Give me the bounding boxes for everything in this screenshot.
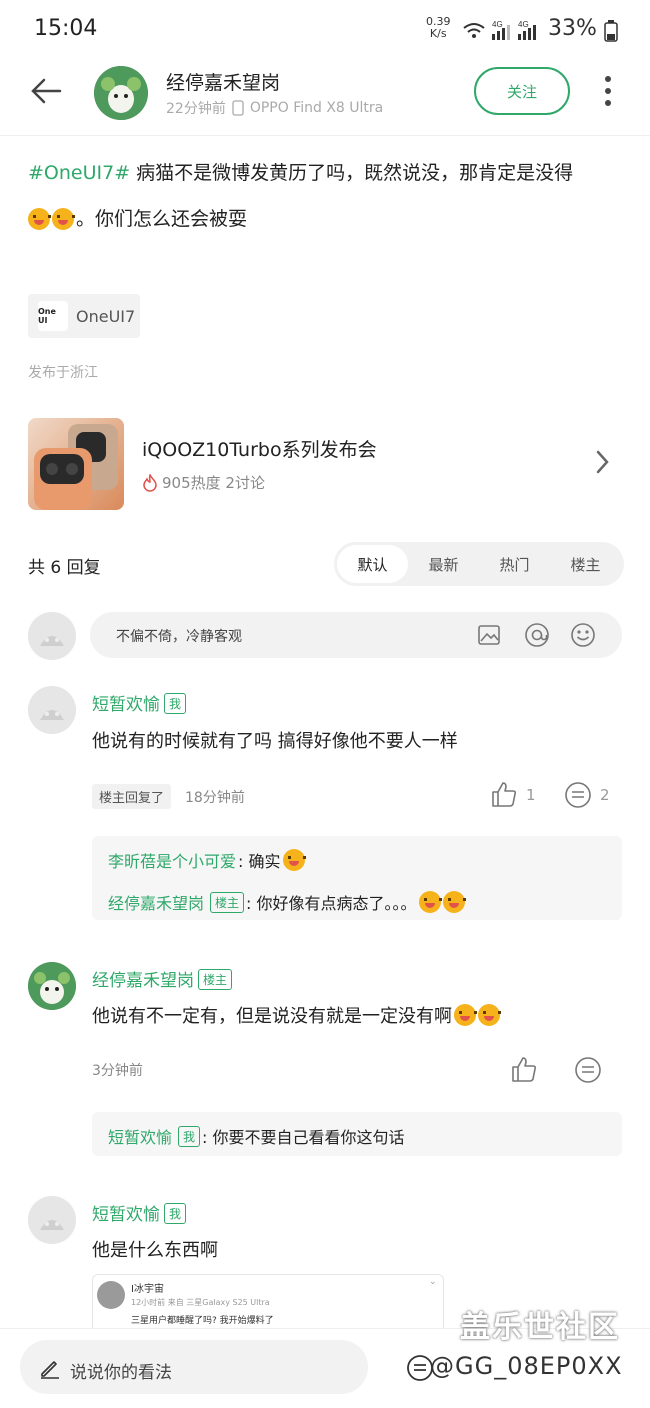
svg-text:4G: 4G bbox=[518, 20, 529, 29]
shot-meta: 12小时前 来自 三星Galaxy S25 Ultra bbox=[131, 1298, 270, 1307]
reply-icon[interactable] bbox=[564, 781, 592, 809]
sub-replies[interactable]: 李昕蓓是个小可爱 : 确实 经停嘉禾望岗 楼主 : 你好像有点病态了。。。 bbox=[92, 836, 622, 920]
mention-icon[interactable] bbox=[524, 622, 550, 648]
comment-text: 他是什么东西啊 bbox=[92, 1240, 218, 1261]
network-speed: 0.39 K/s bbox=[426, 15, 451, 40]
battery-icon bbox=[604, 20, 618, 42]
tongue-emoji-icon bbox=[418, 891, 442, 913]
op-badge: 楼主 bbox=[198, 969, 233, 990]
comment-header: 短暂欢愉我 bbox=[92, 1200, 187, 1225]
shot-name: I冰宇宙 bbox=[131, 1284, 164, 1295]
event-meta: 905热度 2讨论 bbox=[142, 472, 265, 493]
commenter-avatar[interactable] bbox=[28, 1196, 76, 1244]
oneui-logo: One UI bbox=[38, 301, 68, 331]
author-avatar[interactable] bbox=[94, 66, 148, 120]
thumbs-up-icon[interactable] bbox=[510, 1055, 538, 1083]
tab-op[interactable]: 楼主 bbox=[550, 545, 621, 583]
comment-text: 他说有的时候就有了吗 搞得好像他不要人一样 bbox=[92, 731, 458, 752]
user-id-watermark: @GG_08EP0XX bbox=[430, 1352, 623, 1380]
fire-icon bbox=[143, 473, 157, 492]
hashtag-link[interactable]: #OneUI7# bbox=[28, 162, 130, 184]
tab-latest[interactable]: 最新 bbox=[408, 545, 479, 583]
more-options-icon[interactable] bbox=[600, 74, 616, 108]
commenter-avatar[interactable] bbox=[28, 962, 76, 1010]
self-badge: 我 bbox=[164, 693, 187, 714]
reply-icon[interactable] bbox=[574, 1056, 602, 1084]
watermark: 盖乐世社区 bbox=[460, 1310, 620, 1345]
battery-percent: 33% bbox=[548, 16, 597, 41]
sub-replies[interactable]: 短暂欢愉 我 : 你要不要自己看看你这句话 bbox=[92, 1112, 622, 1156]
commenter-name[interactable]: 短暂欢愉 bbox=[92, 1205, 160, 1225]
cool-emoji-icon bbox=[282, 849, 306, 871]
op-replied-chip: 楼主回复了 bbox=[92, 784, 172, 809]
tongue-emoji-icon bbox=[442, 891, 466, 913]
author-name[interactable]: 经停嘉禾望岗 bbox=[166, 68, 280, 95]
post-meta: 22分钟前 OPPO Find X8 Ultra bbox=[166, 98, 383, 118]
image-icon[interactable] bbox=[478, 624, 500, 646]
event-title[interactable]: iQOOZ10Turbo系列发布会 bbox=[142, 435, 377, 462]
tab-default[interactable]: 默认 bbox=[337, 545, 408, 583]
post-body-line2: 。你们怎么还会被耍 bbox=[28, 204, 247, 234]
tongue-emoji-icon bbox=[478, 1004, 501, 1026]
sub-reply-1: 李昕蓓是个小可爱 : 确实 bbox=[108, 848, 306, 872]
thumbs-up-icon[interactable] bbox=[490, 780, 518, 808]
comment-header: 经停嘉禾望岗 楼主 bbox=[92, 966, 233, 991]
op-badge: 楼主 bbox=[210, 891, 245, 913]
event-thumbnail[interactable] bbox=[28, 418, 124, 510]
topic-chip[interactable]: One UI OneUI7 bbox=[28, 294, 140, 338]
shot-text: 三星用户都睡醒了吗? 我开始爆料了 bbox=[131, 1316, 274, 1326]
self-badge: 我 bbox=[164, 1203, 187, 1224]
event-heat: 905热度 2讨论 bbox=[162, 474, 265, 492]
like-count: 1 bbox=[526, 786, 536, 804]
comment-input-placeholder: 不偏不倚，冷静客观 bbox=[116, 629, 242, 645]
comment-time: 18分钟前 bbox=[185, 789, 245, 806]
phone-icon bbox=[232, 100, 244, 116]
reply-count: 共 6 回复 bbox=[28, 558, 101, 578]
shot-chevron-icon: ⌄ bbox=[429, 1277, 437, 1287]
comment-meta: 楼主回复了 18分钟前 bbox=[92, 784, 245, 809]
comment-text: 他说有不一定有，但是说没有就是一定没有啊 bbox=[92, 1002, 501, 1028]
signal-icons: 4G 4G bbox=[463, 20, 536, 40]
attached-screenshot[interactable]: I冰宇宙 12小时前 来自 三星Galaxy S25 Ultra 三星用户都睡醒… bbox=[92, 1274, 444, 1334]
comment-time: 3分钟前 bbox=[92, 1063, 143, 1079]
reply-count-c1: 2 bbox=[600, 786, 610, 804]
bottom-input-placeholder: 说说你的看法 bbox=[70, 1363, 172, 1383]
tongue-emoji-icon bbox=[28, 208, 51, 230]
shot-avatar bbox=[97, 1281, 125, 1309]
pen-icon bbox=[41, 1361, 59, 1379]
clock: 15:04 bbox=[34, 16, 98, 41]
sub-reply-2: 经停嘉禾望岗 楼主 : 你好像有点病态了。。。 bbox=[108, 890, 466, 914]
svg-text:4G: 4G bbox=[492, 20, 503, 29]
post-body-line1: #OneUI7# 病猫不是微博发黄历了吗，既然说没，那肯定是没得 bbox=[28, 162, 574, 184]
topic-label: OneUI7 bbox=[76, 306, 136, 326]
sub-reply-1: 短暂欢愉 我 : 你要不要自己看看你这句话 bbox=[108, 1124, 405, 1148]
device-name: OPPO Find X8 Ultra bbox=[249, 100, 384, 116]
my-avatar bbox=[28, 612, 76, 660]
sort-tabs: 默认 最新 热门 楼主 bbox=[334, 542, 624, 586]
post-time: 22分钟前 bbox=[166, 101, 226, 117]
comment-header: 短暂欢愉我 bbox=[92, 690, 187, 715]
post-location: 发布于浙江 bbox=[28, 365, 98, 381]
commenter-name[interactable]: 短暂欢愉 bbox=[92, 695, 160, 715]
tongue-emoji-icon bbox=[454, 1004, 477, 1026]
follow-button[interactable]: 关注 bbox=[474, 67, 570, 115]
back-arrow-icon[interactable] bbox=[30, 76, 64, 106]
commenter-name[interactable]: 经停嘉禾望岗 bbox=[92, 971, 194, 991]
emoji-icon[interactable] bbox=[570, 622, 596, 648]
chevron-right-icon[interactable] bbox=[596, 450, 610, 474]
tab-hot[interactable]: 热门 bbox=[479, 545, 550, 583]
self-badge: 我 bbox=[178, 1125, 201, 1147]
header-divider bbox=[0, 135, 650, 136]
commenter-avatar[interactable] bbox=[28, 686, 76, 734]
status-bar: 15:04 0.39 K/s 4G 4G 33% bbox=[0, 0, 650, 58]
tongue-emoji-icon bbox=[52, 208, 75, 230]
